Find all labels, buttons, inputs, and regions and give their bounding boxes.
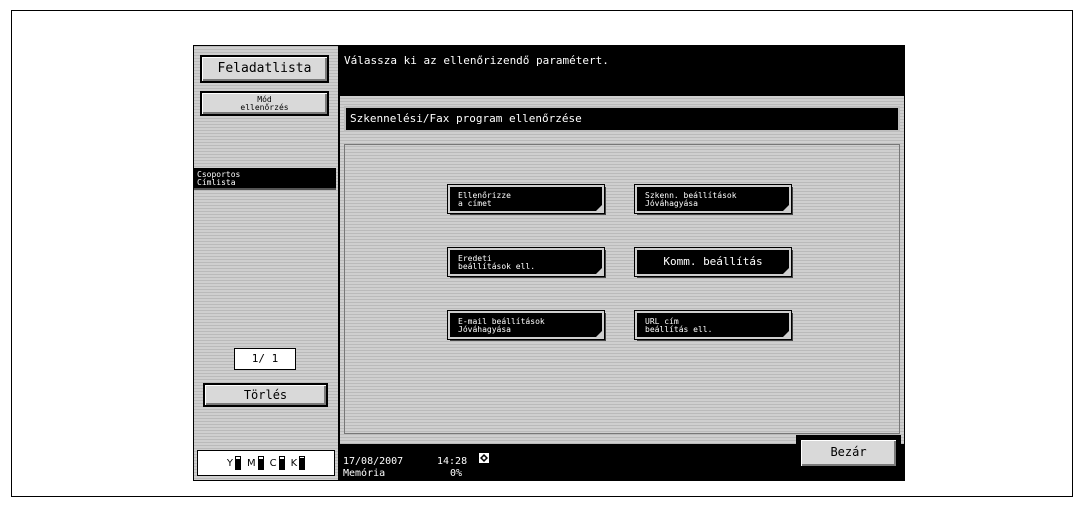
close-button[interactable]: Bezár [796, 435, 901, 471]
options-area: Ellenőrizze a címet Szkenn. beállítások … [344, 144, 900, 434]
panel-title: Szkennelési/Fax program ellenőrzése [344, 106, 900, 132]
mode-check-label-line2: ellenőrzés [240, 103, 289, 112]
toner-y-label: Y [226, 457, 233, 469]
comm-settings-button[interactable]: Komm. beállítás [634, 247, 792, 277]
comm-settings-label: Komm. beállítás [637, 250, 789, 274]
check-address-button[interactable]: Ellenőrizze a címet [447, 184, 605, 214]
original-settings-check-button[interactable]: Eredeti beállítások ell. [447, 247, 605, 277]
comm-settings-line1: Komm. beállítás [663, 255, 763, 268]
toner-c-fill [279, 459, 284, 469]
scan-settings-label: Szkenn. beállítások Jóváhagyása [645, 192, 781, 208]
status-memory-label: Memória [343, 468, 386, 479]
toner-c-label: C [269, 457, 277, 469]
instruction-message: Válassza ki az ellenőrizendő paramétert. [340, 46, 904, 96]
original-settings-label: Eredeti beállítások ell. [458, 255, 594, 271]
url-settings-line2: beállítás ell. [645, 325, 713, 334]
group-label-line2: Címlista [197, 178, 236, 187]
mode-check-button[interactable]: Mód ellenőrzés [200, 91, 329, 116]
check-address-line2: a címet [458, 199, 492, 208]
toner-indicator: Y M C K [197, 450, 335, 476]
email-settings-label: E-mail beállítások Jóváhagyása [458, 318, 594, 334]
job-list-button[interactable]: Feladatlista [200, 55, 329, 83]
status-date: 17/08/2007 [343, 456, 404, 467]
status-time: 14:28 [437, 456, 468, 467]
scan-settings-line2: Jóváhagyása [645, 199, 698, 208]
email-settings-line2: Jóváhagyása [458, 325, 511, 334]
toner-y: Y [227, 456, 241, 470]
toner-k-bar [299, 456, 306, 470]
original-settings-line2: beállítások ell. [458, 262, 536, 271]
toner-c-bar [278, 456, 285, 470]
control-panel-screen: Feladatlista Mód ellenőrzés Csoportos Cí… [193, 45, 905, 481]
status-memory-value: 0% [450, 468, 463, 479]
toner-k-fill [300, 458, 305, 469]
toner-c: C [270, 456, 285, 470]
delete-button[interactable]: Törlés [203, 383, 328, 407]
url-settings-label: URL cím beállítás ell. [645, 318, 781, 334]
toner-m-fill [258, 459, 263, 469]
scan-settings-confirm-button[interactable]: Szkenn. beállítások Jóváhagyása [634, 184, 792, 214]
toner-y-bar [234, 456, 241, 470]
main-panel: Szkennelési/Fax program ellenőrzése Elle… [340, 96, 904, 444]
email-settings-confirm-button[interactable]: E-mail beállítások Jóváhagyása [447, 310, 605, 340]
toner-m: M [247, 456, 264, 470]
toner-m-label: M [246, 457, 256, 469]
toner-k-label: K [290, 457, 298, 469]
left-panel: Feladatlista Mód ellenőrzés Csoportos Cí… [194, 46, 338, 480]
page-counter: 1/ 1 [234, 348, 296, 370]
toner-m-bar [257, 456, 264, 470]
check-address-label: Ellenőrizze a címet [458, 192, 594, 208]
toner-y-fill [235, 459, 240, 469]
network-icon [478, 452, 490, 464]
group-address-book-tab[interactable]: Csoportos Címlista [194, 168, 336, 190]
url-settings-check-button[interactable]: URL cím beállítás ell. [634, 310, 792, 340]
toner-k: K [291, 456, 306, 470]
